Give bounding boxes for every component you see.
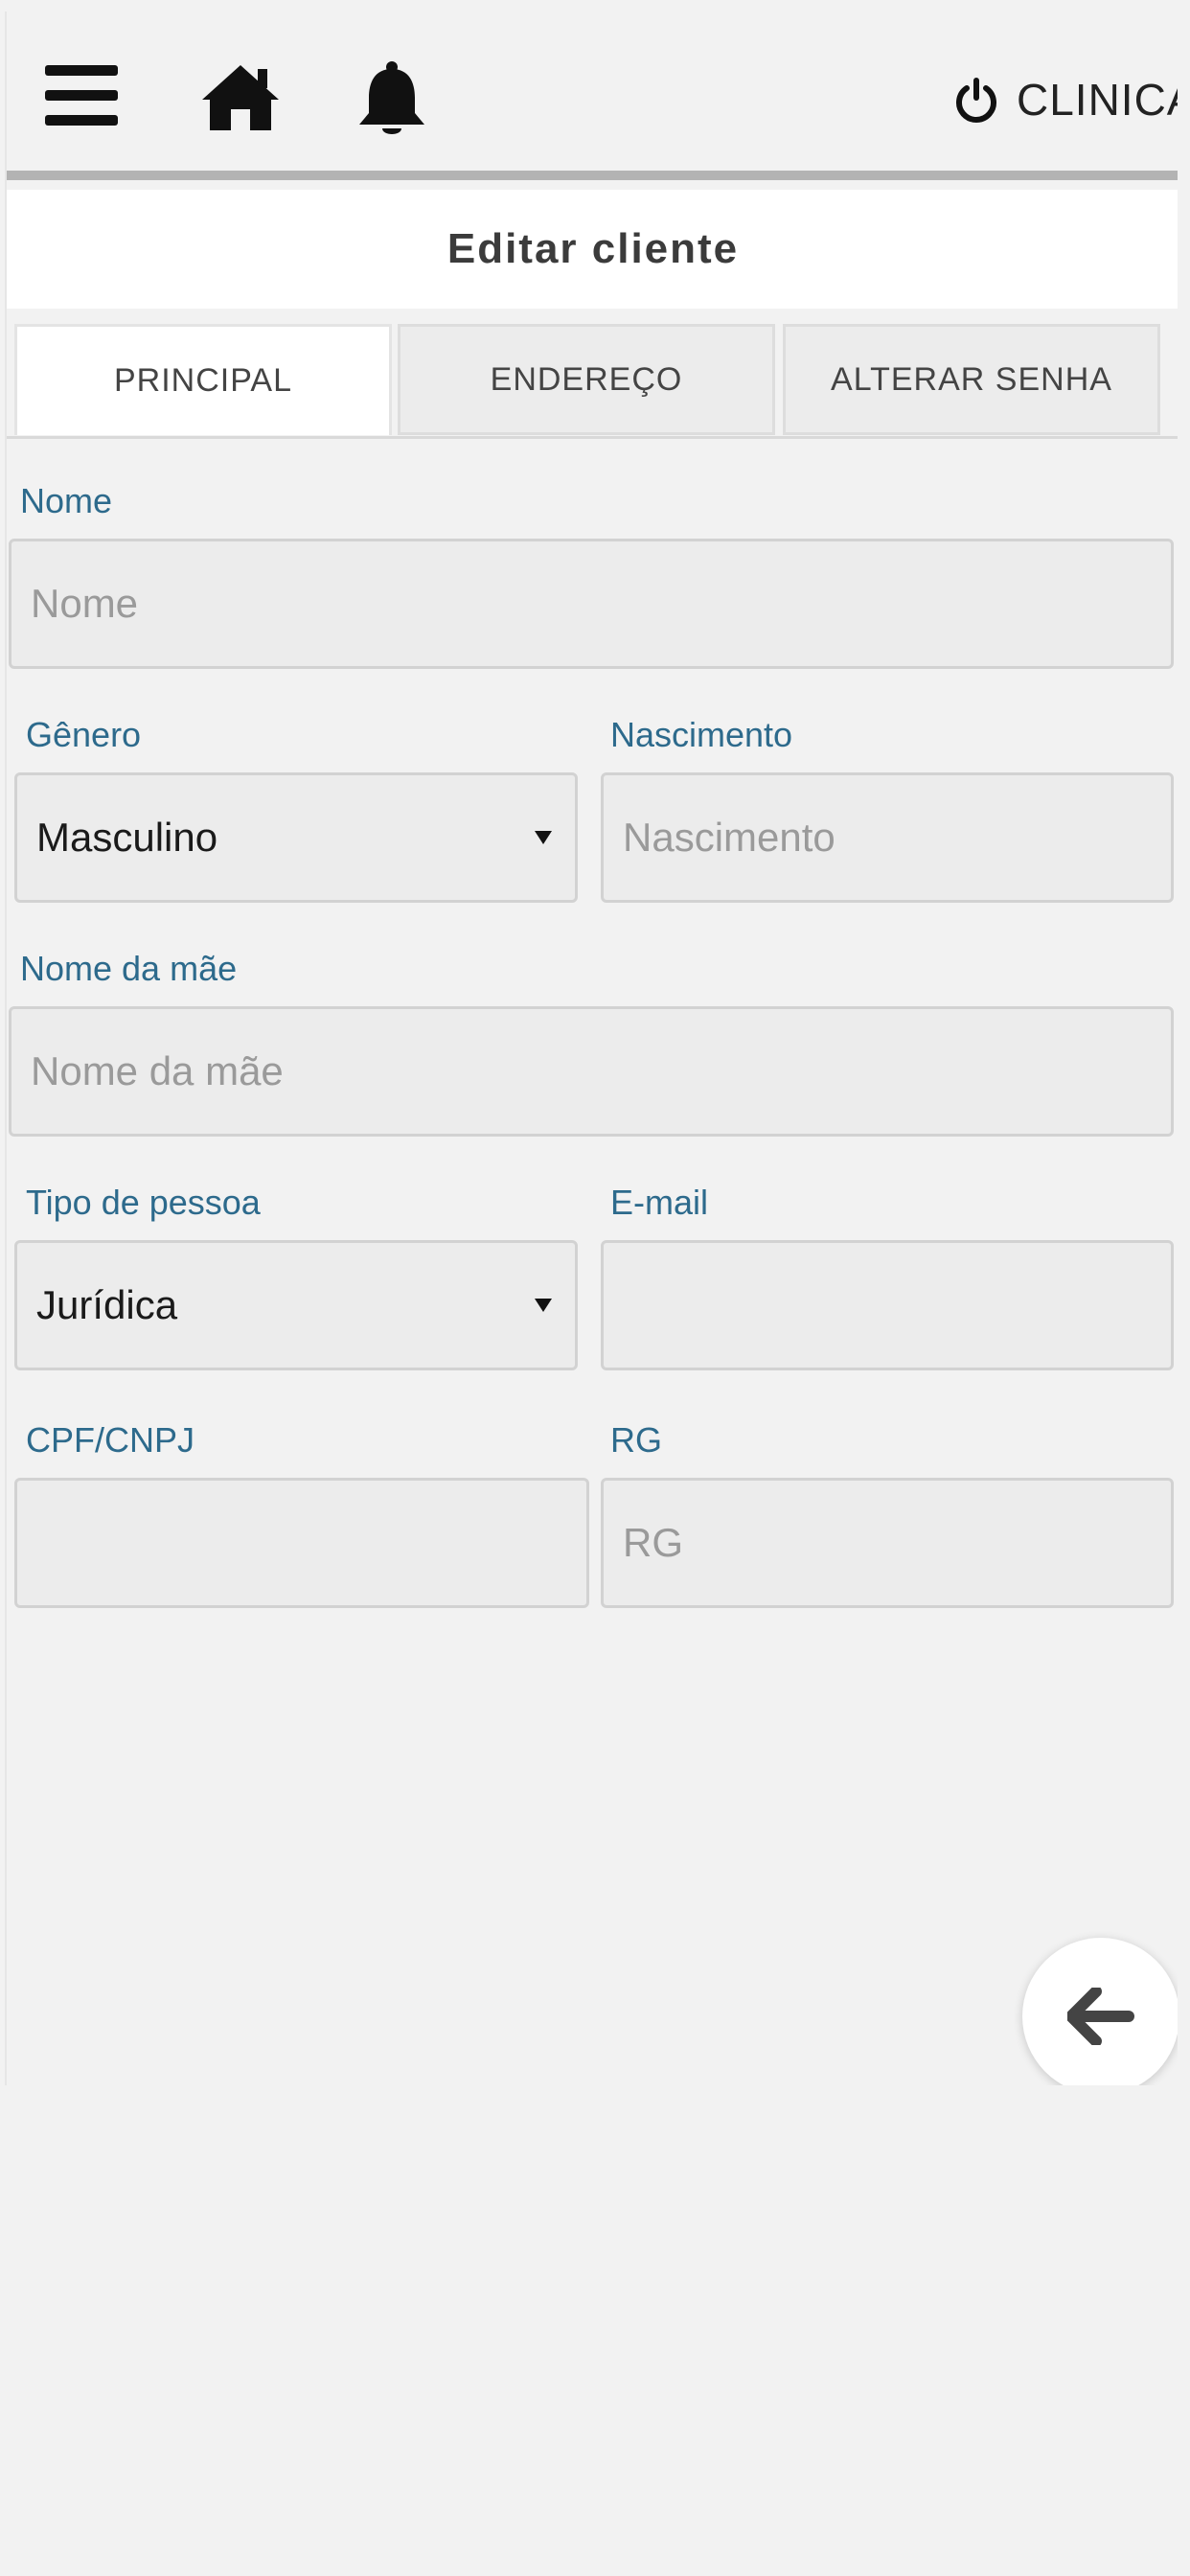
rg-placeholder: RG — [623, 1520, 683, 1565]
tab-endereco[interactable]: ENDEREÇO — [398, 324, 775, 435]
tipo-pessoa-label: Tipo de pessoa — [26, 1183, 261, 1222]
nome-placeholder: Nome — [31, 581, 139, 626]
arrow-left-icon — [1067, 1988, 1134, 2045]
top-bar: CLINICA — [7, 12, 1178, 180]
genero-label: Gênero — [26, 715, 142, 754]
tipo-pessoa-select[interactable]: Jurídica — [14, 1240, 578, 1370]
app-container: CLINICA Editar cliente PRINCIPAL ENDEREÇ… — [5, 12, 1178, 2085]
nome-mae-input[interactable]: Nome da mãe — [9, 1006, 1174, 1137]
nascimento-placeholder: Nascimento — [623, 815, 835, 860]
nome-mae-placeholder: Nome da mãe — [31, 1048, 284, 1093]
genero-select[interactable]: Masculino — [14, 772, 578, 903]
genero-value: Masculino — [36, 815, 218, 860]
rg-input[interactable]: RG — [601, 1478, 1174, 1608]
nascimento-input[interactable]: Nascimento — [601, 772, 1174, 903]
logout-button[interactable]: CLINICA — [953, 71, 1178, 128]
dropdown-arrow-icon — [535, 1299, 552, 1312]
dropdown-arrow-icon — [535, 831, 552, 844]
nome-label: Nome — [20, 481, 113, 520]
power-icon — [956, 78, 996, 123]
tipo-pessoa-value: Jurídica — [36, 1282, 178, 1327]
tab-principal[interactable]: PRINCIPAL — [14, 324, 392, 435]
home-icon[interactable] — [198, 61, 283, 134]
logout-label: CLINICA — [1017, 75, 1178, 125]
nascimento-label: Nascimento — [610, 715, 793, 754]
page-title: Editar cliente — [7, 190, 1178, 309]
nome-input[interactable]: Nome — [9, 539, 1174, 669]
bell-icon[interactable] — [355, 59, 428, 142]
cpf-cnpj-label: CPF/CNPJ — [26, 1420, 195, 1460]
tab-alterar-senha[interactable]: ALTERAR SENHA — [783, 324, 1160, 435]
nome-mae-label: Nome da mãe — [20, 949, 238, 988]
cpf-cnpj-input[interactable] — [14, 1478, 589, 1608]
rg-label: RG — [610, 1420, 662, 1460]
tab-bar: PRINCIPAL ENDEREÇO ALTERAR SENHA — [7, 309, 1178, 439]
email-label: E-mail — [610, 1183, 709, 1222]
menu-icon[interactable] — [45, 65, 122, 126]
email-input[interactable] — [601, 1240, 1174, 1370]
back-button[interactable] — [1022, 1938, 1178, 2085]
